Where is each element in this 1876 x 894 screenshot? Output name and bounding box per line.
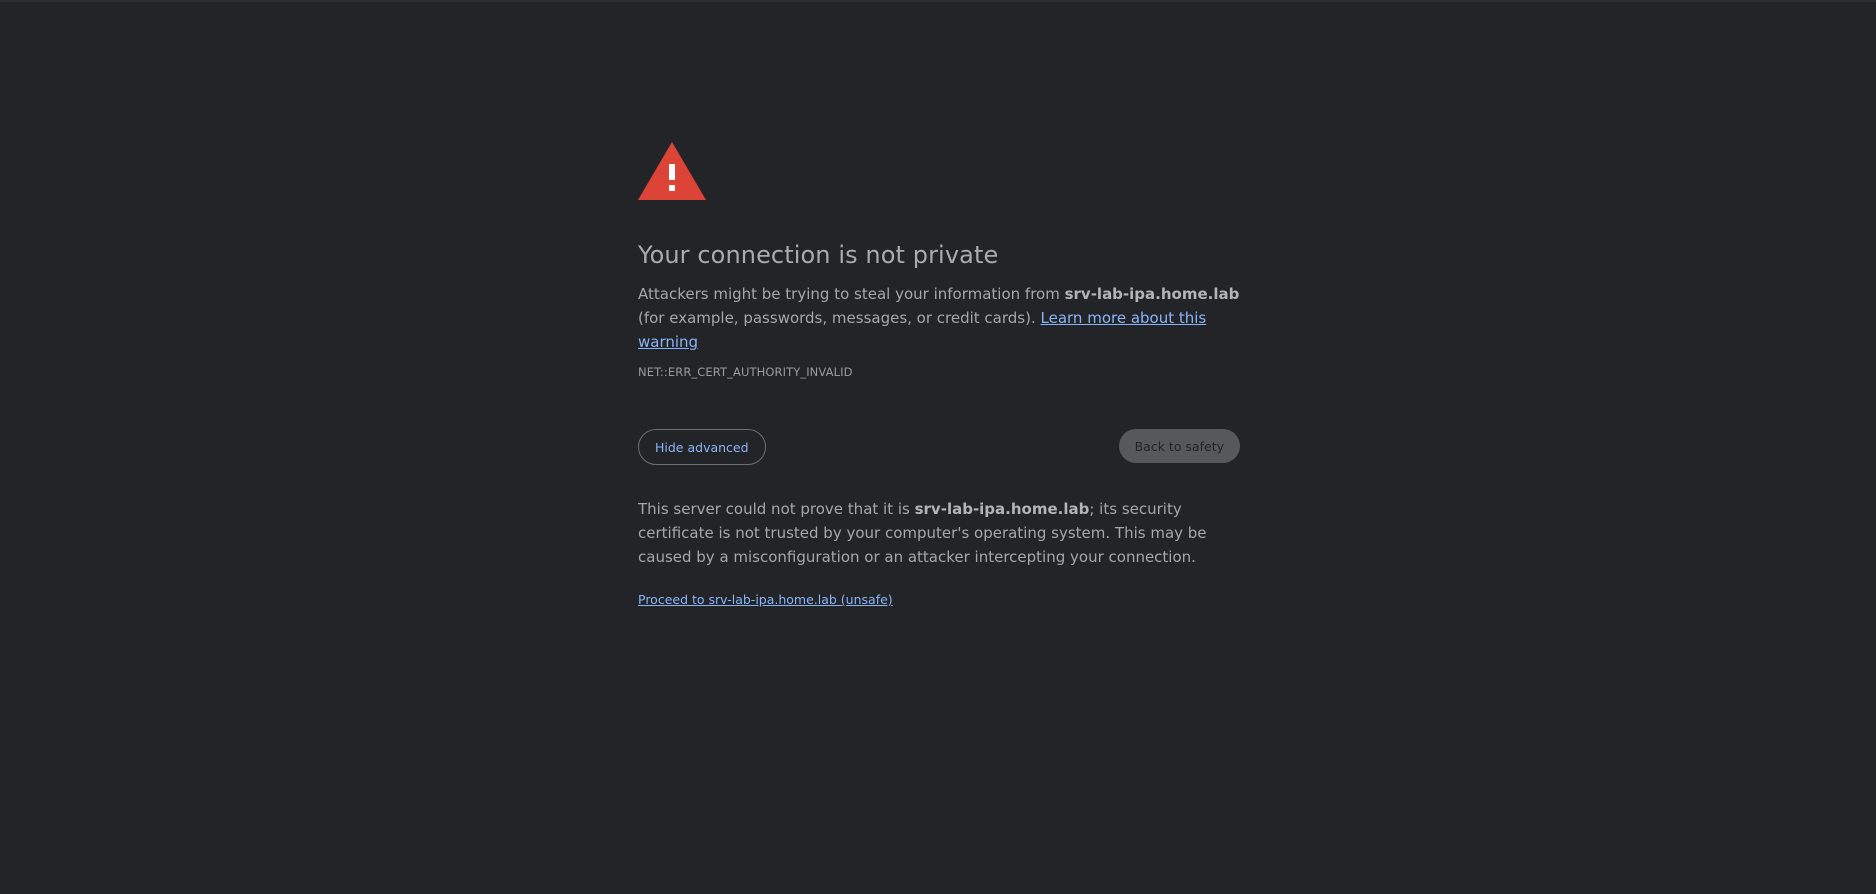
warning-triangle-icon [638,142,706,200]
back-to-safety-button[interactable]: Back to safety [1118,429,1240,463]
details-prefix: This server could not prove that it is [638,500,915,518]
details-host-name: srv-lab-ipa.home.lab [914,500,1090,518]
interstitial-container: Your connection is not private Attackers… [638,142,1240,609]
details-message: This server could not prove that it is s… [638,497,1240,569]
button-row: Hide advanced Back to safety [638,429,1240,465]
main-message: Attackers might be trying to steal your … [638,282,1240,354]
main-message-prefix: Attackers might be trying to steal your … [638,285,1065,303]
host-name: srv-lab-ipa.home.lab [1064,285,1240,303]
main-message-suffix: (for example, passwords, messages, or cr… [638,309,1041,327]
proceed-unsafe-link[interactable]: Proceed to srv-lab-ipa.home.lab (unsafe) [638,591,893,609]
hide-advanced-button[interactable]: Hide advanced [638,429,766,465]
top-edge-divider [0,0,1876,2]
error-code: NET::ERR_CERT_AUTHORITY_INVALID [638,365,853,379]
page-title: Your connection is not private [638,241,999,269]
